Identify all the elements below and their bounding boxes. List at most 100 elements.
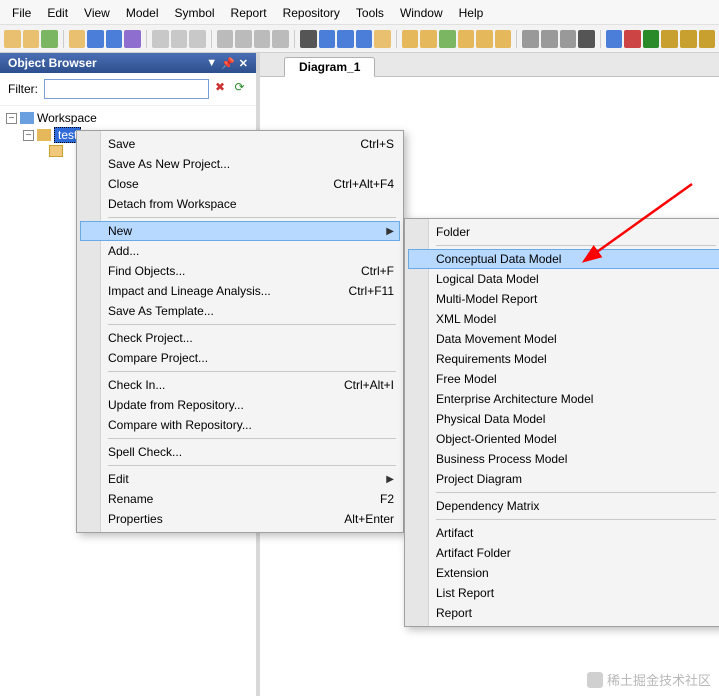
submenu-item[interactable]: Artifact: [408, 523, 719, 543]
context-menu-item[interactable]: Edit▶: [80, 469, 400, 489]
toolbar-button[interactable]: [439, 30, 456, 48]
menu-tools[interactable]: Tools: [350, 4, 390, 22]
panel-dropdown-icon[interactable]: ▼: [206, 57, 217, 70]
collapse-icon[interactable]: −: [23, 130, 34, 141]
toolbar-button[interactable]: [699, 30, 716, 48]
submenu-item[interactable]: Extension: [408, 563, 719, 583]
menu-label: Spell Check...: [108, 445, 182, 459]
tree-workspace[interactable]: − Workspace: [6, 110, 250, 126]
context-menu-item[interactable]: SaveCtrl+S: [80, 134, 400, 154]
context-menu-item[interactable]: Check Project...: [80, 328, 400, 348]
toolbar-button[interactable]: [152, 30, 169, 48]
submenu-item[interactable]: Report: [408, 603, 719, 623]
toolbar-button[interactable]: [420, 30, 437, 48]
toolbar-button[interactable]: [300, 30, 317, 48]
submenu-item[interactable]: XML Model: [408, 309, 719, 329]
menu-view[interactable]: View: [78, 4, 116, 22]
toolbar-button[interactable]: [4, 30, 21, 48]
context-menu-item[interactable]: New▶: [80, 221, 400, 241]
submenu-item[interactable]: Requirements Model: [408, 349, 719, 369]
submenu-item[interactable]: Multi-Model Report: [408, 289, 719, 309]
submenu-item[interactable]: Project Diagram: [408, 469, 719, 489]
panel-close-icon[interactable]: ✕: [239, 57, 248, 70]
toolbar-button[interactable]: [106, 30, 123, 48]
menu-shortcut: Ctrl+F: [341, 264, 394, 278]
submenu-item[interactable]: Artifact Folder: [408, 543, 719, 563]
toolbar-button[interactable]: [272, 30, 289, 48]
panel-pin-icon[interactable]: 📌: [221, 57, 235, 70]
toolbar-button[interactable]: [495, 30, 512, 48]
menu-file[interactable]: File: [6, 4, 37, 22]
context-menu-item[interactable]: CloseCtrl+Alt+F4: [80, 174, 400, 194]
toolbar-button[interactable]: [476, 30, 493, 48]
context-menu-item[interactable]: Update from Repository...: [80, 395, 400, 415]
context-menu-item[interactable]: Impact and Lineage Analysis...Ctrl+F11: [80, 281, 400, 301]
toolbar-button[interactable]: [41, 30, 58, 48]
context-menu-item[interactable]: PropertiesAlt+Enter: [80, 509, 400, 529]
submenu-item[interactable]: Folder: [408, 222, 719, 242]
toolbar-button[interactable]: [578, 30, 595, 48]
toolbar-button[interactable]: [217, 30, 234, 48]
submenu-item[interactable]: Dependency Matrix: [408, 496, 719, 516]
tab-diagram[interactable]: Diagram_1: [284, 57, 375, 77]
menu-window[interactable]: Window: [394, 4, 449, 22]
toolbar-separator: [63, 30, 64, 48]
menu-label: Check Project...: [108, 331, 193, 345]
menu-label: Add...: [108, 244, 139, 258]
toolbar-button[interactable]: [624, 30, 641, 48]
toolbar-button[interactable]: [87, 30, 104, 48]
toolbar-button[interactable]: [189, 30, 206, 48]
context-menu-item[interactable]: Compare Project...: [80, 348, 400, 368]
menu-label: Business Process Model: [436, 452, 567, 466]
collapse-icon[interactable]: −: [6, 113, 17, 124]
toolbar-button[interactable]: [337, 30, 354, 48]
context-menu-item[interactable]: Spell Check...: [80, 442, 400, 462]
toolbar-button[interactable]: [541, 30, 558, 48]
menu-repository[interactable]: Repository: [277, 4, 346, 22]
submenu-item[interactable]: Conceptual Data Model: [408, 249, 719, 269]
toolbar-button[interactable]: [560, 30, 577, 48]
toolbar-button[interactable]: [254, 30, 271, 48]
toolbar-button[interactable]: [522, 30, 539, 48]
toolbar-button[interactable]: [374, 30, 391, 48]
toolbar-button[interactable]: [171, 30, 188, 48]
toolbar-button[interactable]: [458, 30, 475, 48]
toolbar-button[interactable]: [661, 30, 678, 48]
toolbar-button[interactable]: [69, 30, 86, 48]
context-menu-item[interactable]: Check In...Ctrl+Alt+I: [80, 375, 400, 395]
toolbar-button[interactable]: [643, 30, 660, 48]
toolbar-button[interactable]: [124, 30, 141, 48]
toolbar-button[interactable]: [356, 30, 373, 48]
context-menu-item[interactable]: Save As Template...: [80, 301, 400, 321]
filter-input[interactable]: [44, 79, 209, 99]
menu-model[interactable]: Model: [120, 4, 165, 22]
context-menu-item[interactable]: Save As New Project...: [80, 154, 400, 174]
submenu-item[interactable]: List Report: [408, 583, 719, 603]
context-menu-item[interactable]: Compare with Repository...: [80, 415, 400, 435]
clear-filter-icon[interactable]: ✖: [215, 80, 229, 98]
submenu-item[interactable]: Free Model: [408, 369, 719, 389]
toolbar-button[interactable]: [402, 30, 419, 48]
menu-report[interactable]: Report: [225, 4, 273, 22]
context-menu-item[interactable]: Find Objects...Ctrl+F: [80, 261, 400, 281]
submenu-item[interactable]: Object-Oriented Model: [408, 429, 719, 449]
submenu-item[interactable]: Enterprise Architecture Model: [408, 389, 719, 409]
submenu-item[interactable]: Data Movement Model: [408, 329, 719, 349]
menu-help[interactable]: Help: [453, 4, 490, 22]
submenu-item[interactable]: Physical Data Model: [408, 409, 719, 429]
toolbar-button[interactable]: [606, 30, 623, 48]
menu-label: Multi-Model Report: [436, 292, 537, 306]
toolbar-button[interactable]: [319, 30, 336, 48]
submenu-item[interactable]: Logical Data Model: [408, 269, 719, 289]
menu-symbol[interactable]: Symbol: [169, 4, 221, 22]
context-menu-item[interactable]: RenameF2: [80, 489, 400, 509]
submenu-item[interactable]: Business Process Model: [408, 449, 719, 469]
refresh-icon[interactable]: ⟳: [235, 80, 249, 98]
menu-edit[interactable]: Edit: [41, 4, 74, 22]
context-menu-item[interactable]: Detach from Workspace: [80, 194, 400, 214]
toolbar-button[interactable]: [23, 30, 40, 48]
menu-label: Check In...: [108, 378, 165, 392]
toolbar-button[interactable]: [235, 30, 252, 48]
context-menu-item[interactable]: Add...: [80, 241, 400, 261]
toolbar-button[interactable]: [680, 30, 697, 48]
